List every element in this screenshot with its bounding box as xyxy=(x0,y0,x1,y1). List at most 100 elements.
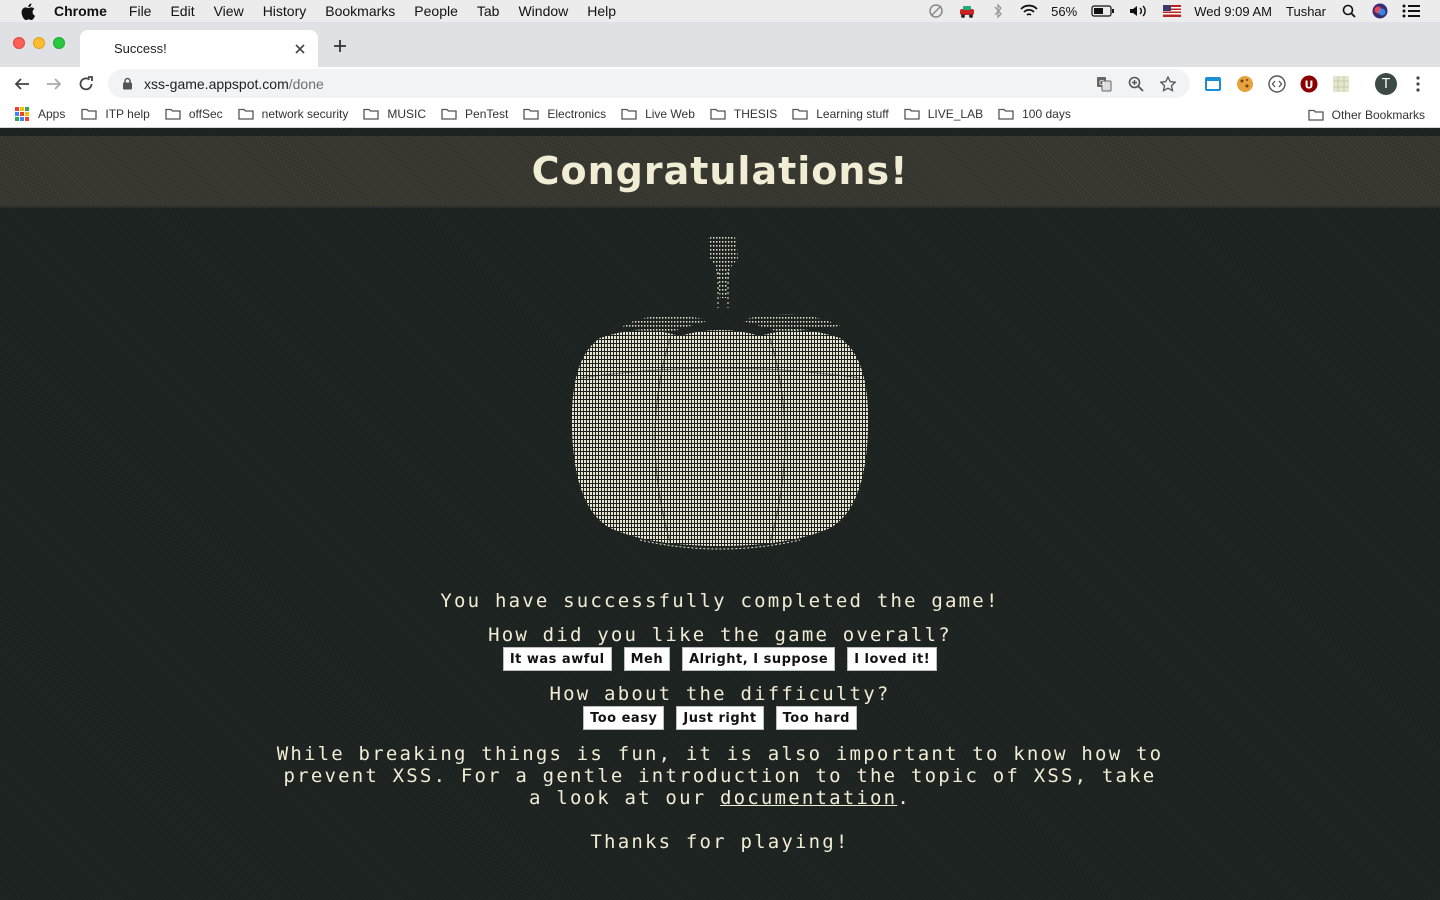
menu-file[interactable]: File xyxy=(129,3,152,19)
folder-icon xyxy=(1307,109,1324,121)
menu-window[interactable]: Window xyxy=(518,3,568,19)
bookmark-folder-music[interactable]: MUSIC xyxy=(363,107,426,121)
bookmark-folder-network-security[interactable]: network security xyxy=(238,107,349,121)
folder-icon xyxy=(81,108,98,120)
bookmark-folder-100-days[interactable]: 100 days xyxy=(998,107,1071,121)
bookmark-label: MUSIC xyxy=(387,107,427,121)
spotlight-search-icon[interactable] xyxy=(1340,3,1358,19)
cookie-extension-icon[interactable] xyxy=(1235,74,1255,94)
window-zoom-button[interactable] xyxy=(53,37,65,49)
menu-help[interactable]: Help xyxy=(587,3,616,19)
menu-tab[interactable]: Tab xyxy=(477,3,500,19)
page-content: Congratulations! You have successfully c… xyxy=(0,128,1440,900)
tab-strip: Success! xyxy=(0,22,1440,67)
bookmark-label: ITP help xyxy=(105,107,150,121)
bookmark-folder-pentest[interactable]: PenTest xyxy=(441,107,508,121)
tab-close-icon[interactable] xyxy=(292,41,308,57)
reload-button[interactable] xyxy=(74,72,98,96)
folder-icon xyxy=(441,108,457,120)
difficulty-too-easy-button[interactable]: Too easy xyxy=(583,706,665,730)
page-title: Congratulations! xyxy=(531,149,909,193)
notification-center-icon[interactable] xyxy=(1402,3,1420,19)
documentation-link[interactable]: documentation xyxy=(720,787,897,809)
code-extension-icon[interactable] xyxy=(1267,74,1287,94)
menu-history[interactable]: History xyxy=(263,3,307,19)
bookmark-folder-learning-stuff[interactable]: Learning stuff xyxy=(792,107,889,121)
vote-awful-button[interactable]: It was awful xyxy=(502,647,612,671)
wifi-icon[interactable] xyxy=(1020,3,1038,19)
completed-message: You have successfully completed the game… xyxy=(440,590,1000,612)
menu-edit[interactable]: Edit xyxy=(170,3,194,19)
difficulty-vote-buttons: Too easy Just right Too hard xyxy=(0,706,1440,730)
battery-icon[interactable] xyxy=(1091,3,1115,19)
volume-icon[interactable] xyxy=(1128,3,1150,19)
menu-view[interactable]: View xyxy=(214,3,244,19)
svg-text:U: U xyxy=(1305,79,1314,92)
bookmark-star-icon[interactable] xyxy=(1158,74,1178,94)
siri-icon[interactable] xyxy=(1371,3,1389,19)
folder-icon xyxy=(710,108,726,120)
lock-icon[interactable] xyxy=(120,77,134,91)
apple-logo-icon[interactable] xyxy=(18,1,38,21)
ascii-pumpkin-image xyxy=(571,235,869,550)
us-flag-icon[interactable] xyxy=(1163,3,1182,19)
completion-message: You have successfully completed the game… xyxy=(0,590,1440,853)
bookmark-folder-itp-help[interactable]: ITP help xyxy=(81,107,150,121)
folder-icon xyxy=(363,108,380,120)
vote-loved-button[interactable]: I loved it! xyxy=(847,647,938,671)
bookmark-folder-live-lab[interactable]: LIVE_LAB xyxy=(904,107,983,121)
folder-icon xyxy=(165,108,181,120)
bookmark-label: network security xyxy=(261,107,349,121)
url-path: /done xyxy=(288,75,324,92)
difficulty-just-right-button[interactable]: Just right xyxy=(676,706,764,730)
grid-extension-icon[interactable] xyxy=(1331,74,1351,94)
clock[interactable]: Wed 9:09 AM xyxy=(1194,4,1272,19)
vote-alright-button[interactable]: Alright, I suppose xyxy=(682,647,836,671)
user-name[interactable]: Tushar xyxy=(1286,4,1326,19)
extension-window-icon[interactable] xyxy=(1203,74,1223,94)
bookmark-label: Electronics xyxy=(547,107,607,121)
congrats-banner: Congratulations! xyxy=(0,136,1440,208)
back-button[interactable] xyxy=(10,72,34,96)
folder-icon xyxy=(998,108,1014,120)
zoom-icon[interactable] xyxy=(1126,74,1146,94)
tab-active[interactable]: Success! xyxy=(80,30,318,67)
difficulty-question: How about the difficulty? xyxy=(549,683,891,705)
prevention-paragraph: While breaking things is fun, it is also… xyxy=(270,743,1170,809)
bookmark-apps[interactable]: Apps xyxy=(15,107,65,121)
bookmark-label: Learning stuff xyxy=(816,107,889,121)
address-bar[interactable]: xss-game.appspot.com/done G xyxy=(108,69,1190,98)
ublock-origin-icon[interactable]: U xyxy=(1299,74,1319,94)
profile-avatar[interactable]: T xyxy=(1375,73,1397,95)
browser-toolbar: xss-game.appspot.com/done G U T xyxy=(0,67,1440,101)
chrome-menu-icon[interactable] xyxy=(1408,74,1428,94)
url-host: xss-game.appspot.com xyxy=(144,75,289,92)
paragraph-end: . xyxy=(897,787,911,809)
url-text[interactable]: xss-game.appspot.com/done xyxy=(144,76,1094,92)
vote-meh-button[interactable]: Meh xyxy=(623,647,671,671)
bookmark-label: PenTest xyxy=(465,107,509,121)
bookmark-other-bookmarks[interactable]: Other Bookmarks xyxy=(1307,101,1425,128)
overall-vote-buttons: It was awful Meh Alright, I suppose I lo… xyxy=(0,647,1440,671)
window-minimize-button[interactable] xyxy=(33,37,45,49)
svg-text:G: G xyxy=(1099,79,1104,87)
bookmark-folder-offsec[interactable]: offSec xyxy=(165,107,223,121)
difficulty-too-hard-button[interactable]: Too hard xyxy=(775,706,857,730)
bluetooth-icon[interactable] xyxy=(989,3,1007,19)
folder-icon xyxy=(238,108,254,120)
bookmark-folder-electronics[interactable]: Electronics xyxy=(523,107,606,121)
forward-button[interactable] xyxy=(42,72,66,96)
bookmark-folder-live-web[interactable]: Live Web xyxy=(621,107,695,121)
do-not-disturb-icon[interactable] xyxy=(927,3,945,19)
folder-icon xyxy=(621,108,637,120)
car-app-icon[interactable] xyxy=(958,3,976,19)
bookmark-folder-thesis[interactable]: THESIS xyxy=(710,107,777,121)
menu-bookmarks[interactable]: Bookmarks xyxy=(325,3,395,19)
window-close-button[interactable] xyxy=(13,37,25,49)
overall-question: How did you like the game overall? xyxy=(488,624,952,646)
new-tab-button[interactable] xyxy=(330,36,350,56)
apps-grid-icon xyxy=(15,107,29,121)
menu-app-name[interactable]: Chrome xyxy=(54,3,107,19)
menu-people[interactable]: People xyxy=(414,3,458,19)
translate-icon[interactable]: G xyxy=(1094,74,1114,94)
